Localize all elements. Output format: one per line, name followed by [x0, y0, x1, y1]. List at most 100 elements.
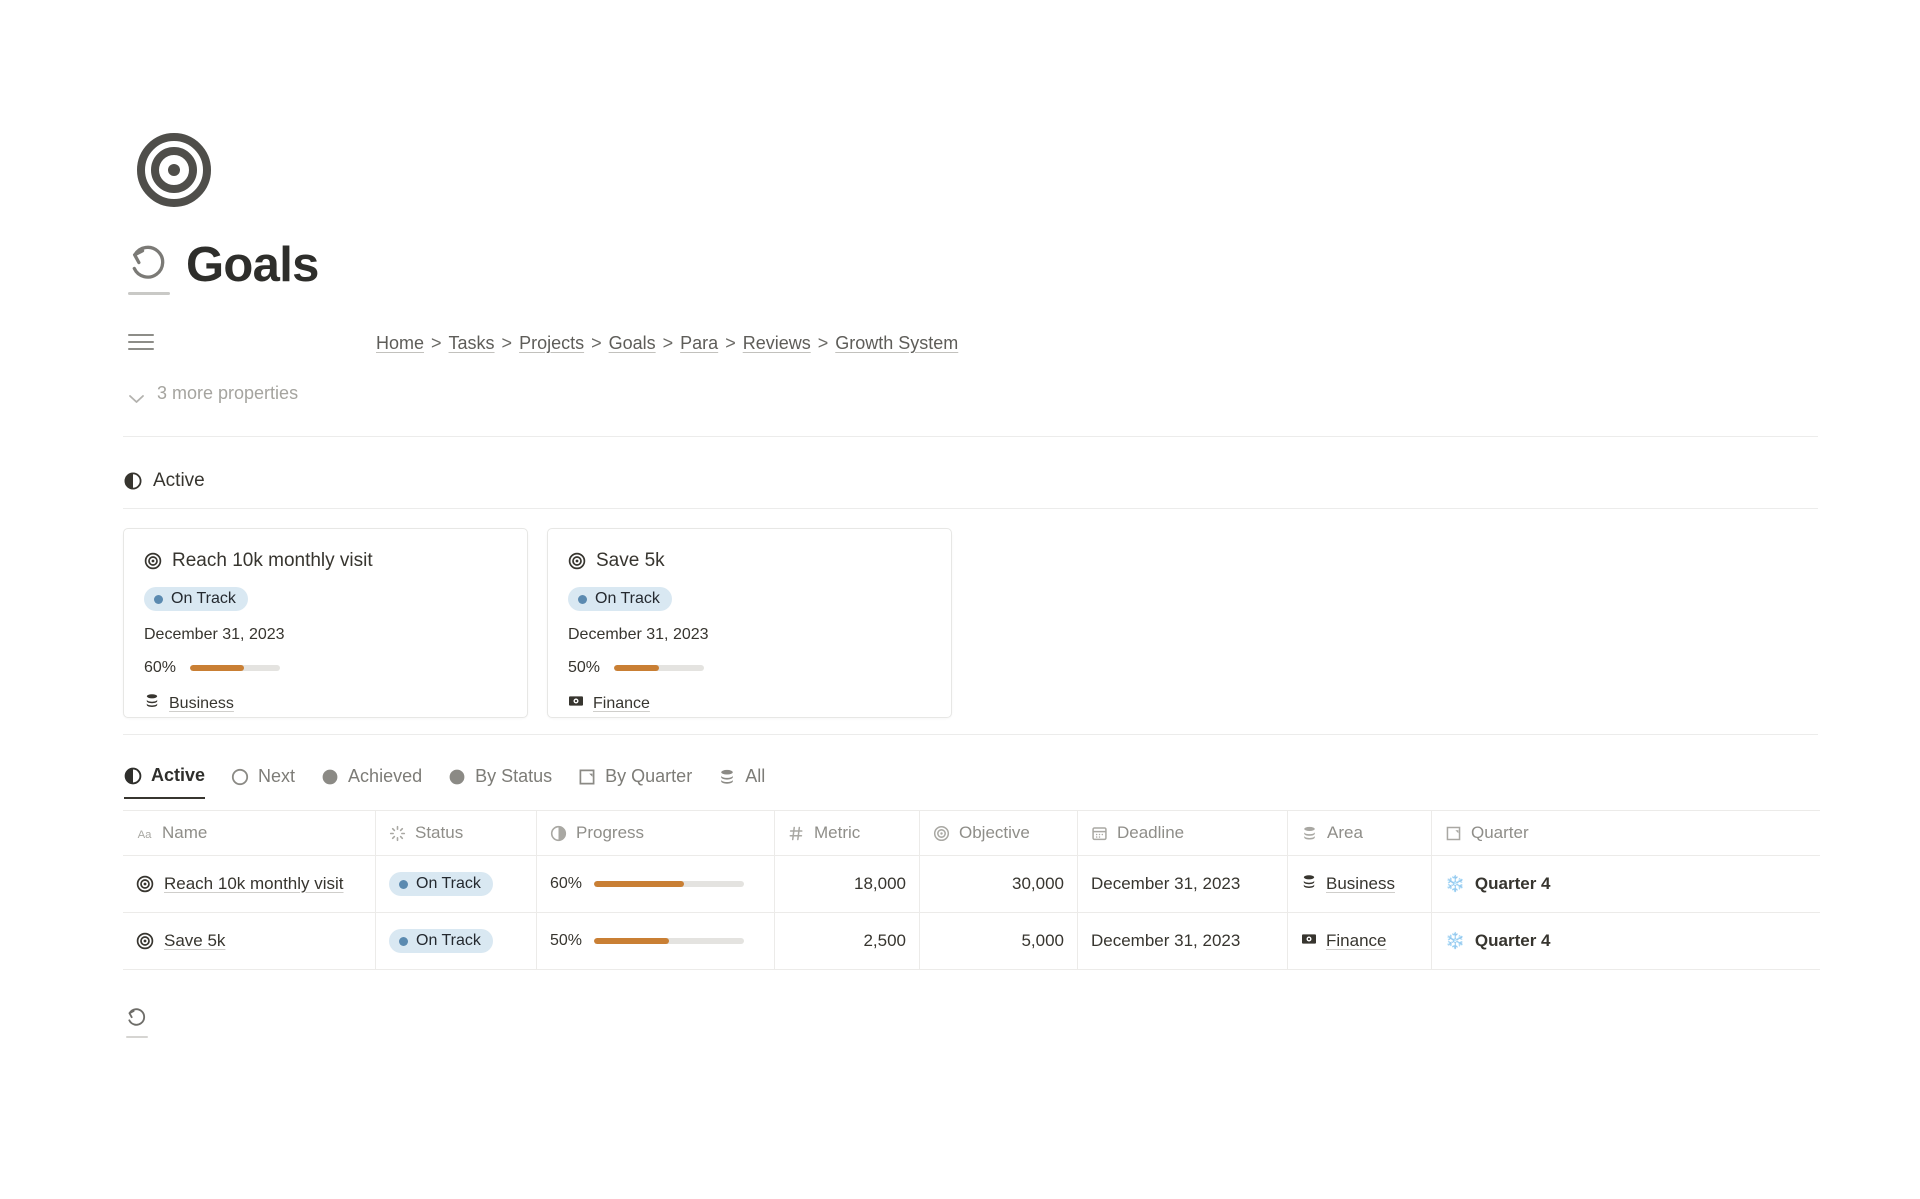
cell-quarter[interactable]: ❄️ Quarter 4 [1432, 913, 1820, 969]
hamburger-menu-icon[interactable] [128, 333, 154, 354]
breadcrumb-item-para[interactable]: Para [680, 333, 718, 354]
target-bullseye-icon [137, 133, 211, 207]
breadcrumb-item-home[interactable]: Home [376, 333, 424, 354]
status-dot-icon [154, 594, 163, 604]
goal-card[interactable]: Reach 10k monthly visit On Track Decembe… [123, 528, 528, 718]
cell-quarter[interactable]: ❄️ Quarter 4 [1432, 856, 1820, 912]
circle-filled-icon [321, 768, 339, 786]
cell-deadline[interactable]: December 31, 2023 [1078, 913, 1288, 969]
cell-name[interactable]: Reach 10k monthly visit [123, 856, 376, 912]
progress-bar [614, 665, 705, 671]
divider-section [123, 508, 1818, 509]
column-header-area[interactable]: Area [1288, 811, 1432, 855]
status-label: On Track [416, 875, 481, 892]
page-title-row: Goals [128, 238, 319, 292]
target-icon [933, 825, 950, 842]
database-layers-icon [718, 768, 736, 786]
goals-table: Aa Name Status Progress Metric Objective… [123, 810, 1820, 970]
banknote-money-icon [568, 693, 584, 714]
breadcrumb-item-tasks[interactable]: Tasks [449, 333, 495, 354]
status-label: On Track [416, 932, 481, 949]
goal-card-title: Reach 10k monthly visit [172, 550, 373, 571]
tab-by-quarter[interactable]: By Quarter [578, 766, 692, 798]
tab-label: By Status [475, 766, 553, 786]
column-header-progress[interactable]: Progress [537, 811, 775, 855]
cell-area[interactable]: Finance [1288, 913, 1432, 969]
breadcrumb-separator: > [662, 333, 674, 353]
cell-progress[interactable]: 50% [537, 913, 775, 969]
tab-active[interactable]: Active [124, 765, 206, 799]
snowflake-icon: ❄️ [1445, 876, 1465, 893]
column-header-label: Objective [959, 823, 1030, 842]
breadcrumb-item-growth-system[interactable]: Growth System [835, 333, 958, 354]
circle-filled-icon [448, 768, 466, 786]
breadcrumb-separator: > [431, 333, 442, 353]
column-header-name[interactable]: Aa Name [123, 811, 376, 855]
progress-percent: 50% [550, 932, 583, 949]
tab-label: Next [258, 766, 296, 786]
tab-achieved[interactable]: Achieved [321, 766, 422, 798]
target-icon [568, 552, 586, 570]
goal-card[interactable]: Save 5k On Track December 31, 2023 50% F… [547, 528, 952, 718]
goal-card-area[interactable]: Finance [568, 693, 931, 714]
column-header-metric[interactable]: Metric [775, 811, 920, 855]
database-layers-icon [1301, 825, 1318, 842]
half-circle-icon [550, 825, 567, 842]
status-badge: On Track [389, 872, 493, 896]
spinner-status-icon [389, 825, 406, 842]
tab-next[interactable]: Next [231, 766, 295, 798]
tab-label: Achieved [348, 766, 423, 786]
goal-card-title-row: Save 5k [568, 550, 931, 572]
table-row[interactable]: Save 5k On Track 50% 2,500 5,000 Decembe… [123, 913, 1820, 970]
status-dot-icon [399, 936, 408, 946]
goal-card-area[interactable]: Business [144, 693, 507, 714]
cell-status[interactable]: On Track [376, 856, 537, 912]
goal-card-deadline: December 31, 2023 [568, 626, 709, 643]
cell-metric[interactable]: 18,000 [775, 856, 920, 912]
tab-all[interactable]: All [718, 766, 765, 798]
column-header-objective[interactable]: Objective [920, 811, 1078, 855]
goals-page: Goals Home > Tasks > Projects > Goals > … [0, 0, 1920, 1199]
row-quarter-label: Quarter 4 [1474, 874, 1551, 893]
half-circle-icon [124, 472, 142, 490]
column-header-quarter[interactable]: Quarter [1432, 811, 1820, 855]
chevron-down-icon [128, 388, 145, 403]
tab-by-status[interactable]: By Status [448, 766, 552, 798]
cell-deadline[interactable]: December 31, 2023 [1078, 856, 1288, 912]
row-area-label: Business [1326, 874, 1395, 893]
goal-card-title: Save 5k [596, 550, 665, 571]
column-header-status[interactable]: Status [376, 811, 537, 855]
section-label: Active [153, 470, 205, 491]
text-aa-icon: Aa [136, 825, 153, 842]
cell-metric[interactable]: 2,500 [775, 913, 920, 969]
breadcrumb-separator: > [501, 333, 513, 353]
board-page-icon [1445, 825, 1462, 842]
breadcrumb-separator: > [591, 333, 602, 353]
divider-views [123, 734, 1818, 735]
cell-name[interactable]: Save 5k [123, 913, 376, 969]
page-title: Goals [186, 238, 319, 292]
goal-card-progress: 60% [144, 659, 507, 677]
column-header-deadline[interactable]: Deadline [1078, 811, 1288, 855]
table-row[interactable]: Reach 10k monthly visit On Track 60% 18,… [123, 856, 1820, 913]
cell-area[interactable]: Business [1288, 856, 1432, 912]
row-quarter-label: Quarter 4 [1474, 931, 1551, 950]
progress-percent: 50% [568, 659, 601, 676]
breadcrumb-item-goals[interactable]: Goals [609, 333, 656, 354]
goal-card-area-label: Business [169, 694, 234, 712]
more-properties-toggle[interactable]: 3 more properties [128, 383, 298, 404]
cell-objective[interactable]: 30,000 [920, 856, 1078, 912]
status-label: On Track [171, 590, 236, 607]
row-area-label: Finance [1326, 931, 1387, 950]
progress-percent: 60% [144, 659, 177, 676]
goal-cards-gallery: Reach 10k monthly visit On Track Decembe… [123, 528, 952, 718]
breadcrumb-item-projects[interactable]: Projects [519, 333, 584, 354]
history-rotate-ccw-icon[interactable] [126, 1008, 148, 1030]
cell-progress[interactable]: 60% [537, 856, 775, 912]
cell-status[interactable]: On Track [376, 913, 537, 969]
column-header-label: Metric [814, 823, 861, 842]
breadcrumb-item-reviews[interactable]: Reviews [743, 333, 811, 354]
row-name-label: Reach 10k monthly visit [164, 873, 344, 893]
goal-card-progress: 50% [568, 659, 931, 677]
cell-objective[interactable]: 5,000 [920, 913, 1078, 969]
